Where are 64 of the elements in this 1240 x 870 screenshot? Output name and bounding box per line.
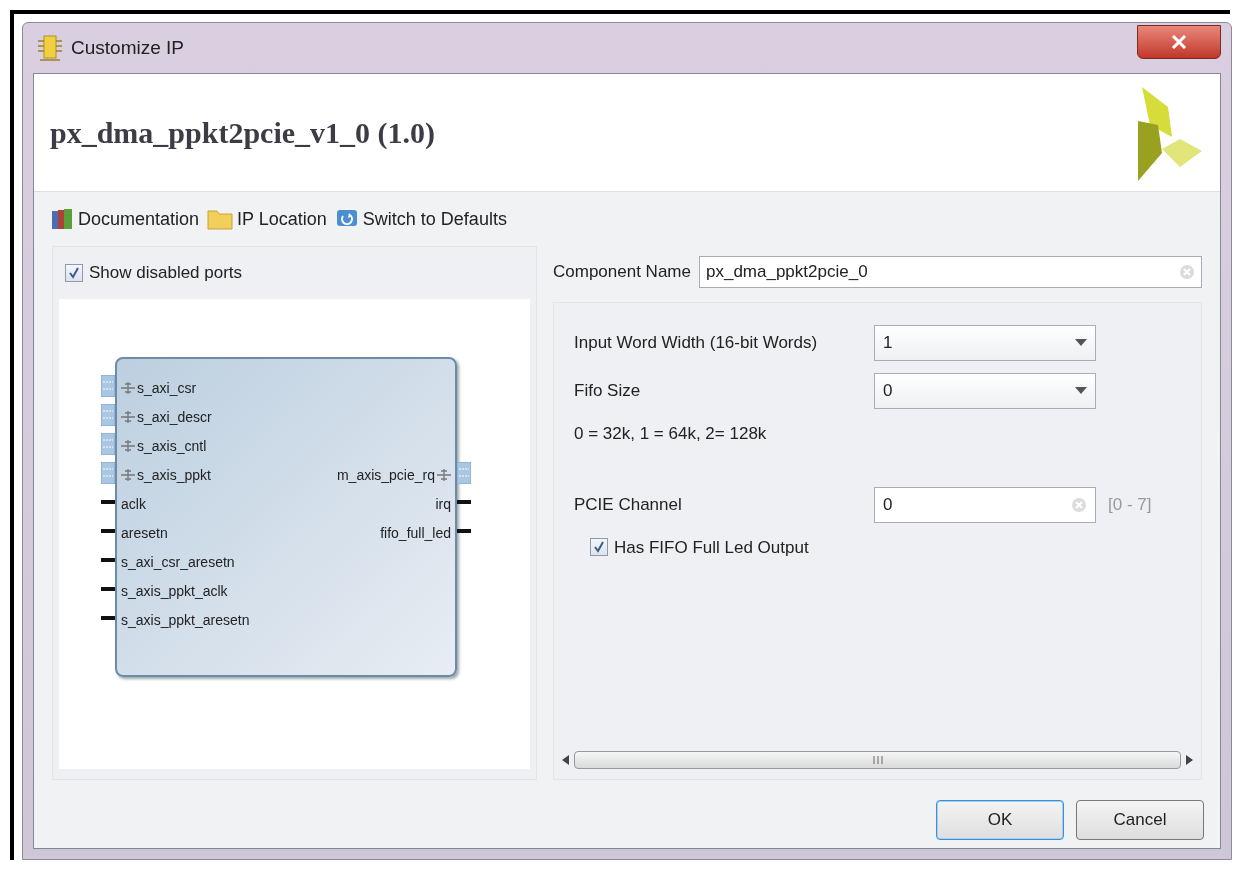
bus-connector-icon <box>437 468 451 482</box>
window-title: Customize IP <box>71 35 184 60</box>
toolbar-button[interactable]: Switch to Defaults <box>334 205 507 233</box>
checkbox-label: Has FIFO Full Led Output <box>614 536 809 559</box>
parameter-label: Input Word Width (16-bit Words) <box>574 332 819 355</box>
bus-port-icon <box>101 404 115 426</box>
wire-port-icon <box>457 500 471 504</box>
horizontal-scrollbar[interactable] <box>562 749 1193 771</box>
checkmark-icon <box>68 267 80 279</box>
scroll-right-icon[interactable] <box>1185 755 1193 765</box>
toolbar-button[interactable]: Documentation <box>50 205 200 233</box>
ip-title: px_dma_ppkt2pcie_v1_0 (1.0) <box>50 115 436 151</box>
wire-port-icon <box>101 558 115 562</box>
dialog-button[interactable]: Cancel <box>1076 800 1204 840</box>
grip-icon <box>872 756 883 764</box>
help-text: 0 = 32k, 1 = 64k, 2= 128k <box>574 423 768 445</box>
bus-connector-icon <box>121 468 135 482</box>
bus-connector-icon <box>121 439 135 453</box>
dropdown[interactable]: 1 <box>874 325 1096 361</box>
bus-connector-icon <box>121 410 135 424</box>
scroll-left-icon[interactable] <box>562 755 570 765</box>
toolbar-button[interactable]: IP Location <box>207 205 327 233</box>
port-label: s_axi_csr <box>137 381 197 395</box>
close-button[interactable] <box>1137 25 1221 59</box>
parameter-label: Fifo Size <box>574 380 642 403</box>
dialog-button[interactable]: OK <box>936 800 1064 840</box>
checkmark-icon <box>593 541 605 554</box>
port-label: s_axis_ppkt_aclk <box>121 584 228 598</box>
port-label: s_axis_cntl <box>137 439 207 453</box>
wire-port-icon <box>101 529 115 533</box>
wire-port-icon <box>101 587 115 591</box>
books-icon <box>50 207 74 231</box>
dropdown-caret-icon <box>1075 339 1087 347</box>
port-label: s_axis_ppkt_aresetn <box>121 613 250 627</box>
port-label: s_axi_descr <box>137 410 212 424</box>
port-label: aclk <box>121 497 146 511</box>
wire-port-icon <box>457 529 471 533</box>
folder-icon <box>207 208 234 230</box>
checkbox-label: Show disabled ports <box>89 262 243 285</box>
parameter-label: PCIE Channel <box>574 493 683 516</box>
port-label: s_axi_csr_aresetn <box>121 555 235 569</box>
dropdown-caret-icon <box>1075 387 1087 395</box>
port-label: aresetn <box>121 526 168 540</box>
checkbox[interactable] <box>65 264 83 282</box>
range-hint: [0 - 7] <box>1108 493 1152 516</box>
port-label: m_axis_pcie_rq <box>336 468 435 482</box>
scrollbar-thumb[interactable] <box>574 751 1181 769</box>
port-label: irq <box>435 497 451 511</box>
checkbox[interactable] <box>590 538 608 557</box>
wire-port-icon <box>101 500 115 504</box>
port-label: s_axis_ppkt <box>137 468 211 482</box>
dropdown[interactable]: 0 <box>874 373 1096 409</box>
bus-connector-icon <box>121 381 135 395</box>
wire-port-icon <box>101 616 115 620</box>
close-icon <box>1171 35 1187 49</box>
bus-port-icon <box>101 375 115 397</box>
chip-icon <box>37 34 63 62</box>
port-label: fifo_full_led <box>380 526 451 540</box>
number-field[interactable]: 0 <box>874 486 1096 523</box>
bus-port-icon <box>101 433 115 455</box>
bus-port-icon <box>101 462 115 484</box>
field-label: Component Name <box>553 261 691 284</box>
component-name-field[interactable]: px_dma_ppkt2pcie_0 <box>698 256 1202 288</box>
bus-port-icon <box>457 462 471 484</box>
